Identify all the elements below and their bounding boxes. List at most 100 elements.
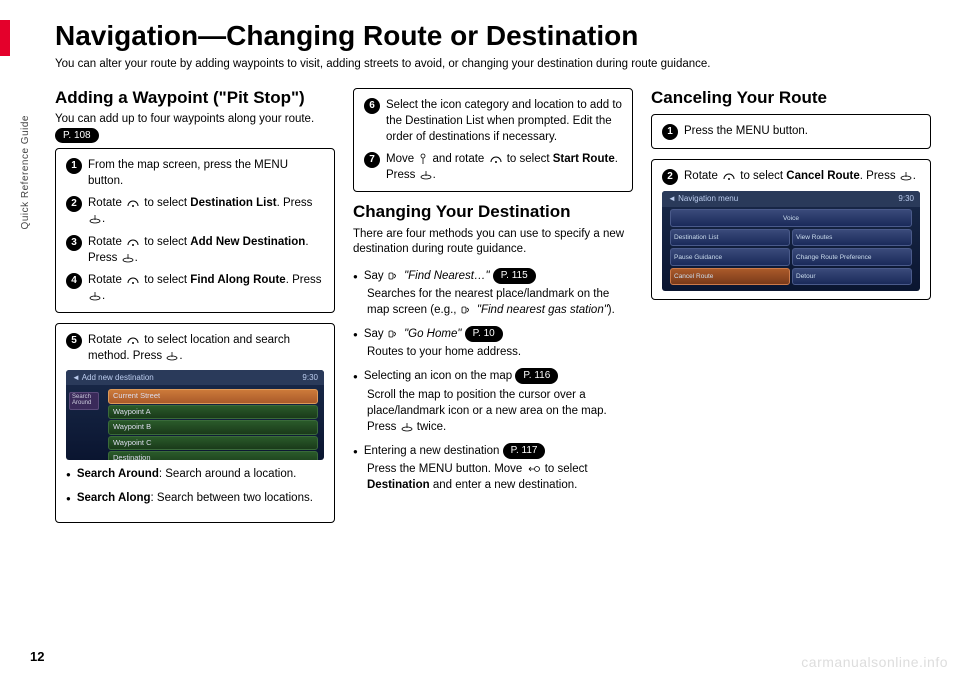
press-icon (89, 214, 101, 224)
bullet-body: Search Along: Search between two locatio… (77, 490, 324, 506)
changing-sub: There are four methods you can use to sp… (353, 227, 633, 258)
page-ref-pill: P. 115 (493, 268, 536, 284)
screenshot-row: Current Street (108, 389, 318, 404)
page-ref-pill: P. 108 (55, 128, 99, 144)
bullet-body: Selecting an icon on the map P. 116 (364, 368, 633, 384)
bullet-find-nearest: Say "Find Nearest…" P. 115 (353, 268, 633, 284)
nav-screenshot-menu: ◄ Navigation menu 9:30 Voice Destination… (662, 191, 920, 291)
screenshot-button: Detour (792, 268, 912, 286)
text: Say (364, 270, 387, 282)
step-number-icon: 2 (66, 196, 82, 212)
step-5: 5 Rotate to select location and search m… (66, 332, 324, 364)
text: Move (386, 153, 417, 165)
text: and rotate (429, 153, 487, 165)
step-number-icon: 7 (364, 152, 380, 168)
waypoint-steps-box-1: 1 From the map screen, press the MENU bu… (55, 148, 335, 313)
step-number-icon: 1 (662, 124, 678, 140)
text-italic: "Find Nearest…" (404, 270, 493, 282)
bullet-sub: Routes to your home address. (367, 344, 633, 360)
screenshot-clock: 9:30 (898, 193, 914, 204)
text-italic: "Find nearest gas station" (477, 304, 608, 316)
text: to select (542, 463, 588, 475)
step-body: Rotate to select Find Along Route. Press… (88, 272, 324, 304)
text: Rotate (88, 274, 125, 286)
text: to select (141, 197, 190, 209)
bullet-search-around: Search Around: Search around a location. (66, 466, 324, 482)
text-bold: Destination (367, 479, 430, 491)
step-body: Press the MENU button. (684, 123, 920, 139)
step-body: Select the icon category and location to… (386, 97, 622, 145)
step-number-icon: 6 (364, 98, 380, 114)
press-icon (401, 422, 413, 432)
text: Rotate (88, 197, 125, 209)
screenshot-button-highlighted: Cancel Route (670, 268, 790, 286)
screenshot-clock: 9:30 (302, 372, 318, 383)
voice-icon (461, 305, 473, 315)
voice-icon (388, 329, 400, 339)
text: Rotate (88, 236, 125, 248)
text-bold: Search Along (77, 492, 151, 504)
cancel-heading: Canceling Your Route (651, 88, 931, 108)
bullet-body: Say "Go Home" P. 10 (364, 326, 633, 342)
text-bold: Start Route (553, 153, 615, 165)
column-right: Canceling Your Route 1 Press the MENU bu… (651, 88, 931, 533)
step-body: From the map screen, press the MENU butt… (88, 157, 324, 189)
step-number-icon: 3 (66, 235, 82, 251)
column-middle: 6 Select the icon category and location … (353, 88, 633, 533)
step-4: 4 Rotate to select Find Along Route. Pre… (66, 272, 324, 304)
columns: Adding a Waypoint ("Pit Stop") You can a… (55, 88, 935, 533)
waypoint-steps-box-2: 5 Rotate to select location and search m… (55, 323, 335, 523)
text: . Press (277, 197, 313, 209)
rotate-dial-icon (126, 198, 140, 208)
bullet-sub: Scroll the map to position the cursor ov… (367, 387, 633, 435)
text: : Search between two locations. (151, 492, 313, 504)
screenshot-row: Waypoint B (108, 420, 318, 435)
step-body: Rotate to select location and search met… (88, 332, 324, 364)
rotate-dial-icon (126, 237, 140, 247)
step-body: Rotate to select Add New Destination. Pr… (88, 234, 324, 266)
text-bold: Search Around (77, 468, 159, 480)
text: ). (608, 304, 615, 316)
text: and enter a new destination. (430, 479, 578, 491)
screenshot-rows: Current Street Waypoint A Waypoint B Way… (102, 385, 324, 460)
page-content: Navigation—Changing Route or Destination… (55, 20, 935, 533)
text: Add new destination (82, 373, 154, 382)
bullet-body: Search Around: Search around a location. (77, 466, 324, 482)
text: You can add up to four waypoints along y… (55, 113, 314, 125)
step-body: Rotate to select Destination List. Press… (88, 195, 324, 227)
text: Say (364, 328, 387, 340)
text: Press the MENU button. Move (367, 463, 526, 475)
intro-text: You can alter your route by adding waypo… (55, 58, 935, 70)
press-icon (900, 171, 912, 181)
rotate-dial-icon (489, 154, 503, 164)
screenshot-body: Voice Destination List View Routes Pause… (670, 209, 912, 285)
watermark: carmanualsonline.info (801, 654, 948, 670)
step-body: Rotate to select Cancel Route. Press . (684, 168, 920, 184)
step-2: 2 Rotate to select Destination List. Pre… (66, 195, 324, 227)
text: twice. (414, 421, 447, 433)
step-number-icon: 5 (66, 333, 82, 349)
page-ref-pill: P. 116 (515, 368, 558, 384)
text: Rotate (684, 170, 721, 182)
step-2: 2 Rotate to select Cancel Route. Press . (662, 168, 920, 185)
text-bold: Find Along Route (190, 274, 285, 286)
text: . Press (860, 170, 899, 182)
step-body: Move and rotate to select Start Route. P… (386, 151, 622, 183)
press-icon (166, 351, 178, 361)
side-label: Quick Reference Guide (20, 115, 31, 229)
move-stick-icon (418, 153, 428, 165)
rotate-dial-icon (126, 335, 140, 345)
text: to select (737, 170, 786, 182)
page-title: Navigation—Changing Route or Destination (55, 20, 935, 52)
press-icon (420, 170, 432, 180)
text: . Press (286, 274, 322, 286)
bullet-body: Say "Find Nearest…" P. 115 (364, 268, 633, 284)
rotate-dial-icon (722, 171, 736, 181)
nav-screenshot-add-destination: ◄ Add new destination 9:30 Search Around… (66, 370, 324, 460)
step-7: 7 Move and rotate to select Start Route.… (364, 151, 622, 183)
text-bold: Destination List (190, 197, 276, 209)
waypoint-sub: You can add up to four waypoints along y… (55, 112, 335, 144)
text-bold: Add New Destination (190, 236, 305, 248)
voice-icon (388, 271, 400, 281)
rotate-dial-icon (126, 275, 140, 285)
